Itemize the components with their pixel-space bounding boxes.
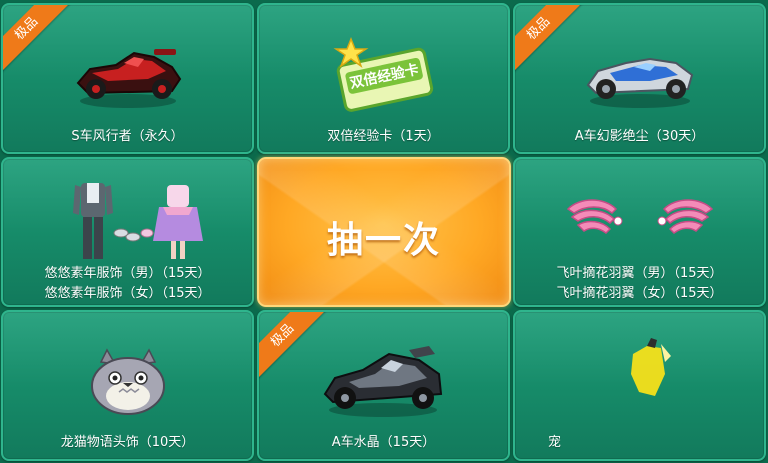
draw-once-button[interactable]: 抽一次 bbox=[257, 157, 511, 307]
draw-once-label: 抽一次 bbox=[326, 220, 441, 261]
prize-name: A车幻影绝尘（30天） bbox=[574, 129, 705, 144]
prize-cell-a-car-crystal[interactable]: A车水晶（15天） 极品 bbox=[257, 310, 510, 461]
prize-cell-s-car-fengxingzhe[interactable]: S车风行者（永久） 极品 bbox=[1, 3, 254, 154]
prize-name-line-1: 悠悠素年服饰（男）（15天） bbox=[44, 266, 211, 281]
prize-cell-youyou-outfit[interactable]: 悠悠素年服饰（男）（15天） 悠悠素年服饰（女）（15天） bbox=[1, 157, 254, 307]
prize-cell-a-car-huanying[interactable]: A车幻影绝尘（30天） 极品 bbox=[513, 3, 766, 154]
prize-cell-feiye-wings[interactable]: 飞叶摘花羽翼（男）（15天） 飞叶摘花羽翼（女）（15天） bbox=[513, 157, 766, 307]
black-race-car-icon bbox=[323, 346, 442, 417]
prize-name: 宠 bbox=[547, 435, 561, 450]
silver-blue-race-car-icon bbox=[586, 57, 693, 108]
premium-badge: 极品 bbox=[259, 312, 327, 380]
prize-name-line-2: 飞叶摘花羽翼（女）（15天） bbox=[556, 286, 723, 301]
pet-icon bbox=[631, 338, 671, 396]
prize-name: 双倍经验卡（1天） bbox=[327, 129, 440, 144]
double-exp-card-icon: 双倍经验卡 bbox=[333, 36, 433, 112]
lottery-grid: S车风行者（永久） 极品 双倍经验卡 双倍经验卡（1天） A车幻影绝尘（30天）… bbox=[0, 0, 768, 463]
red-race-car-icon bbox=[76, 49, 181, 108]
prize-name: A车水晶（15天） bbox=[331, 435, 436, 450]
prize-name: 龙猫物语头饰（10天） bbox=[60, 435, 195, 450]
outfit-icon bbox=[72, 183, 203, 259]
prize-name-line-1: 飞叶摘花羽翼（男）（15天） bbox=[556, 266, 723, 281]
premium-badge: 极品 bbox=[515, 5, 583, 73]
prize-name-line-2: 悠悠素年服饰（女）（15天） bbox=[44, 286, 211, 301]
prize-cell-totoro-headwear[interactable]: 龙猫物语头饰（10天） bbox=[1, 310, 254, 461]
pink-wings-icon bbox=[566, 199, 713, 234]
totoro-headwear-icon bbox=[90, 348, 165, 415]
prize-cell-pet[interactable]: 宠 bbox=[513, 310, 766, 461]
premium-badge: 极品 bbox=[3, 5, 71, 73]
prize-cell-double-exp-card[interactable]: 双倍经验卡 双倍经验卡（1天） bbox=[257, 3, 510, 154]
prize-name: S车风行者（永久） bbox=[71, 129, 184, 144]
